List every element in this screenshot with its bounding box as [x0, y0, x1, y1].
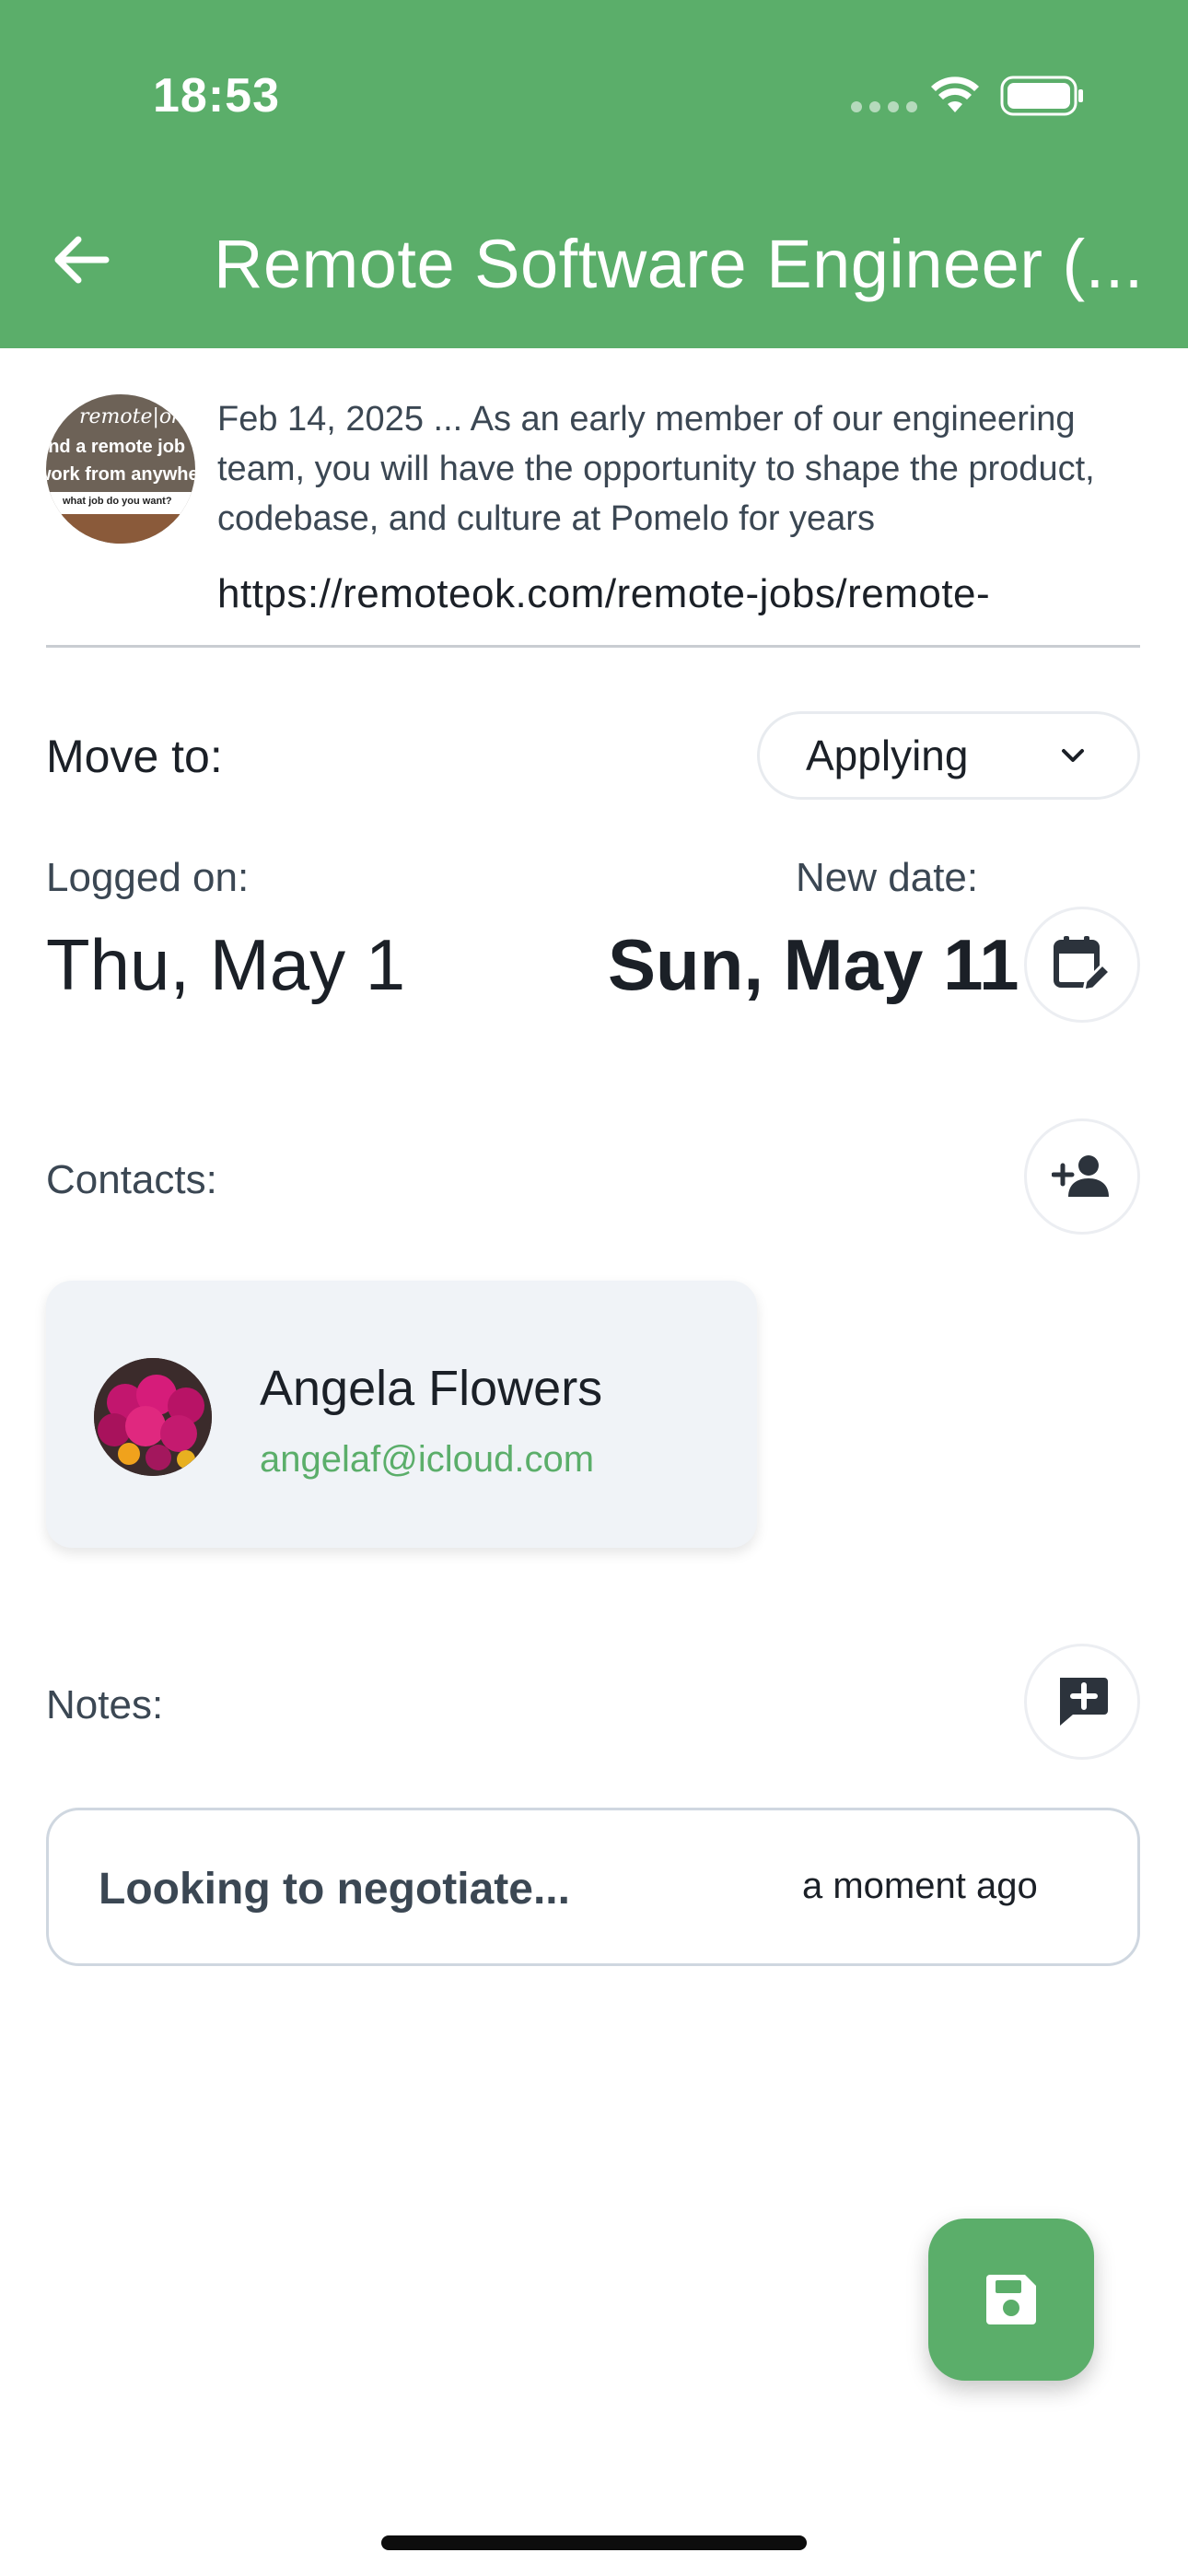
comment-plus-icon: [1060, 1678, 1108, 1726]
note-timestamp: a moment ago: [802, 1866, 1038, 1906]
job-description: Feb 14, 2025 ... As an early member of o…: [217, 400, 1095, 538]
battery-icon: [1000, 76, 1083, 116]
back-button[interactable]: [42, 221, 120, 299]
logged-on-date: Thu, May 1: [46, 924, 406, 1005]
divider: [46, 645, 1140, 648]
contact-card[interactable]: Angela Flowers angelaf@icloud.com: [46, 1281, 757, 1548]
signal-dots-icon: [851, 101, 917, 112]
arrow-left-icon: [54, 236, 110, 284]
job-thumbnail: remote|ok find a remote job work from an…: [46, 394, 195, 544]
thumbnail-tagline: what job do you want?: [63, 496, 172, 507]
new-date-label: New date:: [796, 855, 979, 900]
add-note-button[interactable]: [1024, 1644, 1140, 1760]
home-indicator: [381, 2535, 807, 2550]
thumbnail-brand: remote|ok: [79, 405, 184, 428]
calendar-edit-icon: [1054, 936, 1112, 992]
status-time: 18:53: [153, 69, 280, 123]
person-add-icon: [1052, 1155, 1109, 1197]
thumbnail-line-2: work from anywhere: [46, 464, 195, 485]
contact-name: Angela Flowers: [260, 1361, 603, 1416]
job-url-link[interactable]: https://remoteok.com/remote-jobs/remote-: [217, 571, 1138, 617]
new-date-value[interactable]: Sun, May 11: [608, 923, 1019, 1007]
move-to-label: Move to:: [46, 731, 223, 782]
save-button[interactable]: [928, 2219, 1094, 2381]
add-contact-button[interactable]: [1024, 1118, 1140, 1235]
floppy-disk-icon: [986, 2275, 1036, 2324]
edit-date-button[interactable]: [1024, 907, 1140, 1023]
stage-dropdown-value: Applying: [806, 732, 969, 779]
thumbnail-line-1: find a remote job: [46, 437, 186, 457]
app-bar: 18:53 Remote Software Engineer (...: [0, 0, 1188, 348]
wifi-icon: [931, 76, 979, 112]
note-text: Looking to negotiate...: [99, 1865, 570, 1914]
note-item[interactable]: Looking to negotiate... a moment ago: [46, 1808, 1140, 1966]
page-title: Remote Software Engineer (...: [214, 226, 1144, 302]
contacts-label: Contacts:: [46, 1157, 217, 1202]
stage-dropdown[interactable]: Applying: [757, 711, 1140, 800]
notes-label: Notes:: [46, 1682, 164, 1727]
logged-on-label: Logged on:: [46, 855, 250, 900]
contact-email[interactable]: angelaf@icloud.com: [260, 1439, 594, 1481]
contact-avatar: [94, 1358, 212, 1476]
chevron-down-icon: [1062, 749, 1084, 762]
